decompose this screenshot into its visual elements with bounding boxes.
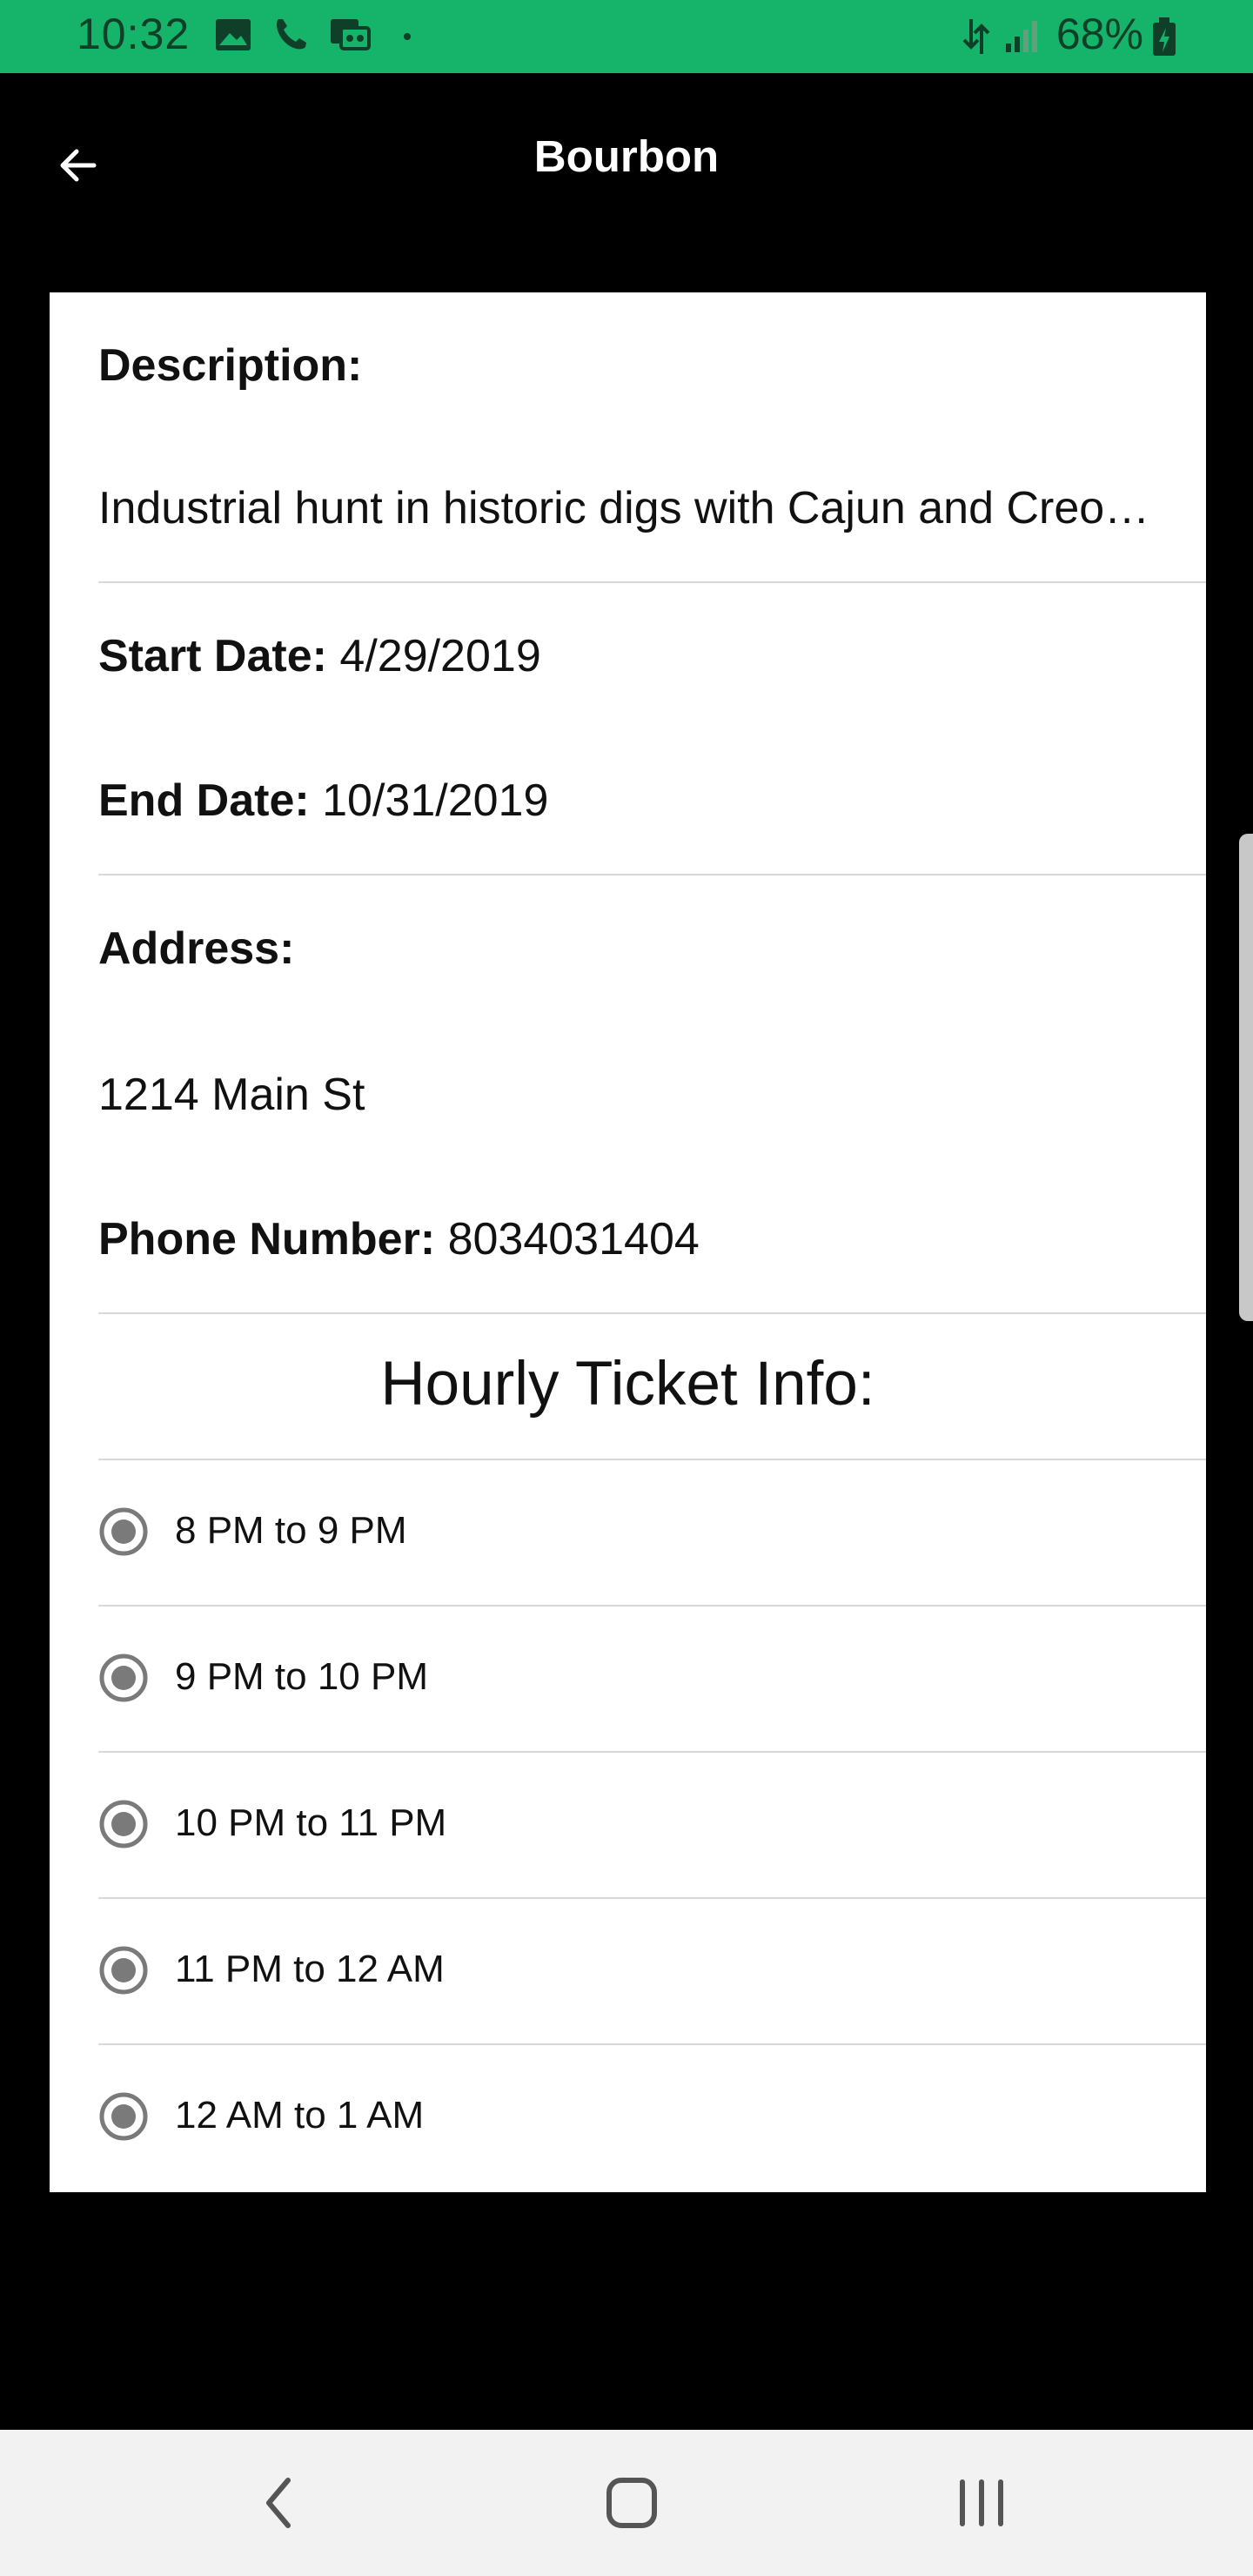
phone-value: 8034031404 xyxy=(447,1214,700,1265)
radio-icon[interactable] xyxy=(98,1506,149,1557)
end-date-value: 10/31/2019 xyxy=(322,775,549,826)
divider xyxy=(98,581,1206,583)
radio-icon[interactable] xyxy=(98,2091,149,2142)
radio-icon[interactable] xyxy=(98,1945,149,1996)
ticket-slot[interactable]: 9 PM to 10 PM xyxy=(98,1605,1206,1751)
signal-icon xyxy=(1006,21,1037,52)
address-label: Address: xyxy=(98,923,295,974)
address-value: 1214 Main St xyxy=(98,1070,365,1120)
hourly-ticket-title: Hourly Ticket Info: xyxy=(380,1350,875,1419)
end-date-label: End Date: xyxy=(98,775,323,826)
start-date-value: 4/29/2019 xyxy=(339,631,541,681)
start-date-label: Start Date: xyxy=(98,631,340,681)
page-title: Bourbon xyxy=(533,131,720,181)
nav-home-icon[interactable] xyxy=(597,2468,667,2538)
ticket-slot-label: 11 PM to 12 AM xyxy=(175,1948,445,1990)
dot-icon xyxy=(404,33,411,40)
phone-label: Phone Number: xyxy=(98,1214,448,1265)
description-value: Industrial hunt in historic digs with Ca… xyxy=(98,483,1157,533)
nav-back-icon[interactable] xyxy=(246,2468,316,2538)
divider xyxy=(98,874,1206,875)
divider xyxy=(98,1312,1206,1314)
phone-row: Phone Number: 8034031404 xyxy=(98,1213,1206,1265)
status-bar: 10:32 68% xyxy=(0,0,1253,73)
system-nav-bar xyxy=(0,2430,1253,2576)
data-transfer-icon xyxy=(962,19,990,54)
ticket-slot[interactable]: 8 PM to 9 PM xyxy=(98,1459,1206,1605)
battery-percent: 68% xyxy=(1055,10,1143,58)
ticket-slot-label: 9 PM to 10 PM xyxy=(175,1655,429,1698)
ticket-slot-label: 8 PM to 9 PM xyxy=(175,1509,407,1552)
image-icon xyxy=(216,19,251,50)
status-time: 10:32 xyxy=(77,10,191,58)
radio-icon[interactable] xyxy=(98,1653,149,1703)
event-detail-card: Description: Industrial hunt in historic… xyxy=(50,292,1206,2192)
radio-icon[interactable] xyxy=(98,1799,149,1849)
description-label: Description: xyxy=(98,340,363,391)
app-bar: Bourbon xyxy=(0,73,1253,244)
voicemail-icon xyxy=(331,19,371,50)
ticket-slot-label: 10 PM to 11 PM xyxy=(175,1801,447,1844)
scrollbar[interactable] xyxy=(1239,834,1253,1321)
ticket-slot[interactable]: 12 AM to 1 AM xyxy=(98,2043,1206,2190)
end-date-row: End Date: 10/31/2019 xyxy=(98,775,1206,827)
battery-icon xyxy=(1153,17,1176,56)
ticket-slot[interactable]: 10 PM to 11 PM xyxy=(98,1751,1206,1897)
ticket-slot[interactable]: 11 PM to 12 AM xyxy=(98,1897,1206,2043)
start-date-row: Start Date: 4/29/2019 xyxy=(98,630,1206,682)
ticket-slot-label: 12 AM to 1 AM xyxy=(175,2094,425,2137)
nav-recents-icon[interactable] xyxy=(947,2468,1016,2538)
phone-icon xyxy=(277,19,306,50)
